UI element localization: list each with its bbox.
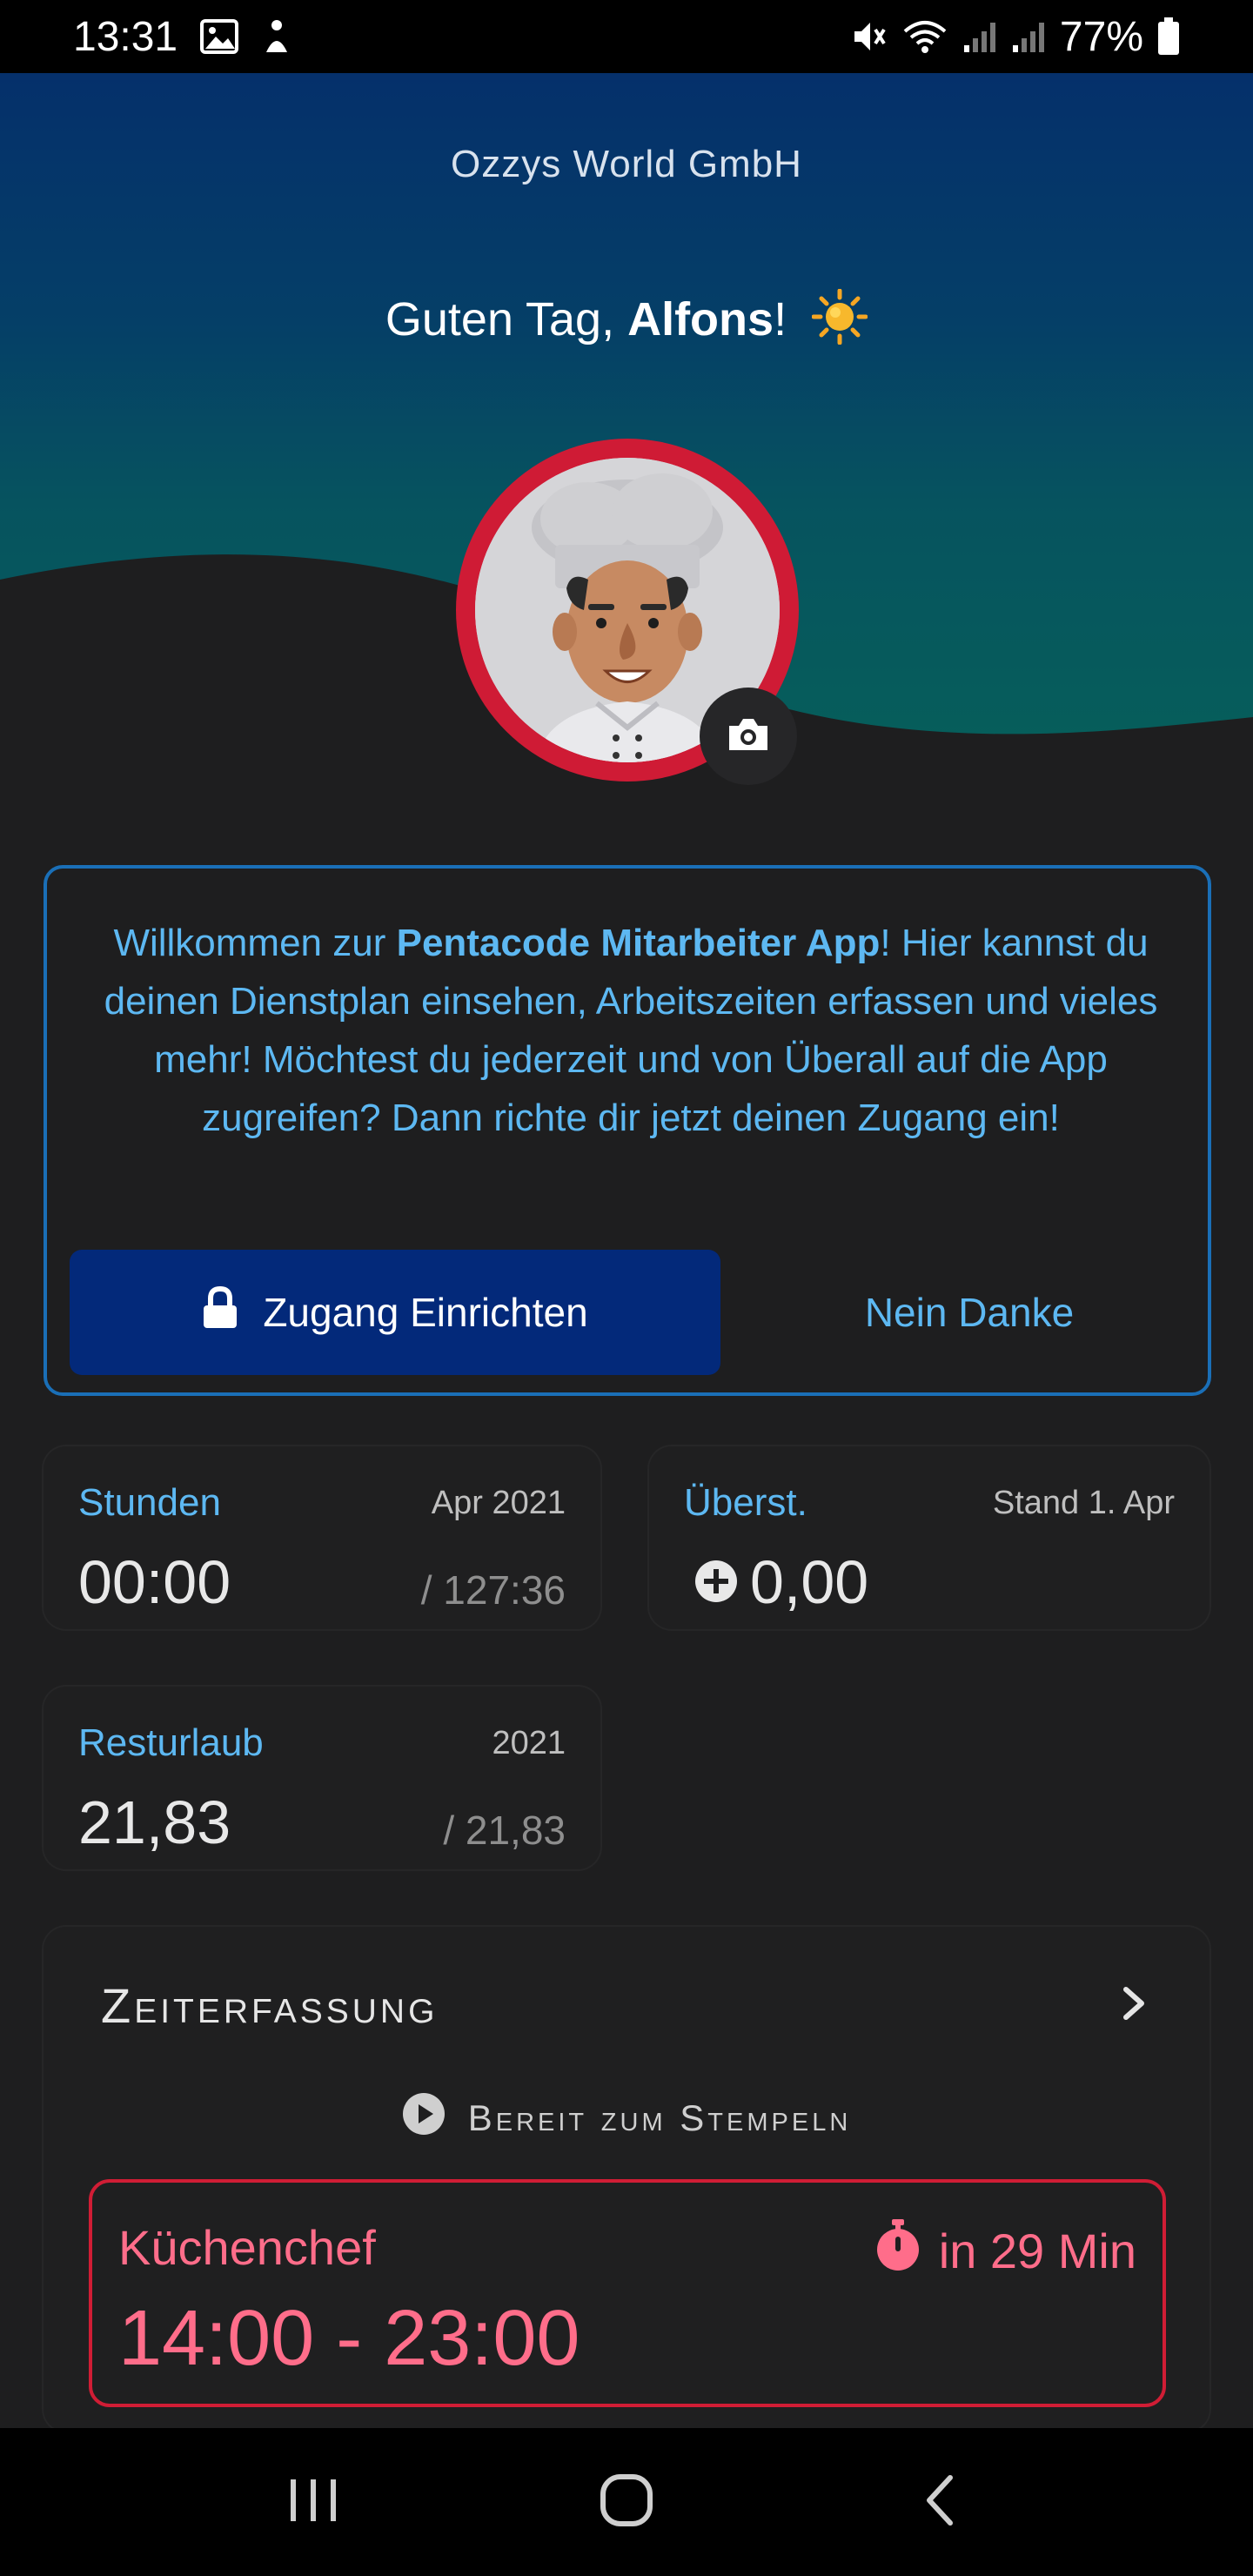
vacation-value: 21,83 bbox=[78, 1788, 231, 1856]
sun-icon bbox=[811, 288, 868, 356]
time-tracking-title[interactable]: Zeiterfassung bbox=[101, 1977, 438, 2034]
signal-icon bbox=[1011, 19, 1046, 54]
camera-icon bbox=[726, 715, 771, 758]
lock-icon bbox=[202, 1285, 238, 1339]
overtime-value-row: 0,00 bbox=[694, 1547, 868, 1617]
greeting-prefix: Guten Tag, bbox=[385, 292, 628, 345]
company-name: Ozzys World GmbH bbox=[451, 143, 802, 185]
welcome-text: Willkommen zur Pentacode Mitarbeiter App… bbox=[82, 914, 1180, 1147]
image-icon bbox=[200, 19, 239, 54]
shift-countdown-text: in 29 Min bbox=[938, 2224, 1136, 2278]
overtime-value: 0,00 bbox=[750, 1548, 869, 1616]
vacation-label: Resturlaub bbox=[78, 1721, 264, 1764]
vacation-card[interactable]: Resturlaub 2021 21,83 / 21,83 bbox=[44, 1687, 600, 1869]
home-button[interactable] bbox=[557, 2450, 696, 2554]
shift-role: Küchenchef bbox=[118, 2220, 376, 2275]
status-bar: 13:31 77% bbox=[0, 0, 1253, 73]
hours-card[interactable]: Stunden Apr 2021 00:00 / 127:36 bbox=[44, 1446, 600, 1629]
vacation-period: 2021 bbox=[492, 1725, 566, 1761]
overtime-period: Stand 1. Apr bbox=[992, 1485, 1175, 1521]
status-text: Bereit zum Stempeln bbox=[467, 2097, 852, 2138]
vacation-total: / 21,83 bbox=[443, 1808, 566, 1853]
hours-target: / 127:36 bbox=[420, 1567, 566, 1613]
greeting: Guten Tag, Alfons! bbox=[0, 288, 1253, 356]
welcome-card: Willkommen zur Pentacode Mitarbeiter App… bbox=[44, 865, 1211, 1396]
chevron-right-icon[interactable] bbox=[1119, 1984, 1149, 2027]
plus-circle-icon bbox=[694, 1547, 738, 1617]
recent-apps-button[interactable] bbox=[244, 2450, 383, 2554]
welcome-text-intro: Willkommen zur bbox=[113, 922, 397, 964]
battery-percent: 77% bbox=[1059, 13, 1143, 60]
overtime-label: Überst. bbox=[684, 1481, 807, 1524]
signal-icon bbox=[962, 19, 997, 54]
greeting-suffix: ! bbox=[774, 292, 787, 345]
time-tracking-status: Bereit zum Stempeln bbox=[44, 2092, 1209, 2144]
notification-icon bbox=[261, 17, 292, 56]
hours-period: Apr 2021 bbox=[431, 1485, 566, 1521]
overtime-card[interactable]: Überst. Stand 1. Apr 0,00 bbox=[649, 1446, 1209, 1629]
setup-access-label: Zugang Einrichten bbox=[263, 1290, 588, 1335]
no-thanks-button[interactable]: Nein Danke bbox=[761, 1250, 1178, 1375]
app-name: Pentacode Mitarbeiter App bbox=[396, 922, 881, 964]
wifi-icon bbox=[901, 17, 948, 56]
time-tracking-card: Zeiterfassung Bereit zum Stempeln Küchen… bbox=[44, 1927, 1209, 2432]
clock: 13:31 bbox=[73, 13, 178, 60]
stopwatch-icon bbox=[874, 2219, 921, 2283]
system-navigation-bar bbox=[0, 2428, 1253, 2576]
back-icon bbox=[922, 2472, 957, 2532]
back-button[interactable] bbox=[870, 2450, 1009, 2554]
mute-icon bbox=[849, 17, 888, 56]
hours-value: 00:00 bbox=[78, 1548, 231, 1616]
upcoming-shift[interactable]: Küchenchef in 29 Min 14:00 - 23:00 bbox=[89, 2179, 1166, 2407]
hours-label: Stunden bbox=[78, 1481, 221, 1524]
recent-apps-icon bbox=[287, 2476, 339, 2529]
battery-icon bbox=[1157, 17, 1180, 56]
home-icon bbox=[599, 2472, 654, 2532]
app-screen: 13:31 77% Ozzys World GmbH Guten Tag, Al… bbox=[0, 0, 1253, 2576]
user-name: Alfons bbox=[627, 292, 774, 345]
play-icon bbox=[402, 2092, 446, 2144]
setup-access-button[interactable]: Zugang Einrichten bbox=[70, 1250, 720, 1375]
change-photo-button[interactable] bbox=[700, 688, 797, 785]
shift-time: 14:00 - 23:00 bbox=[118, 2295, 580, 2382]
shift-countdown: in 29 Min bbox=[874, 2219, 1136, 2283]
